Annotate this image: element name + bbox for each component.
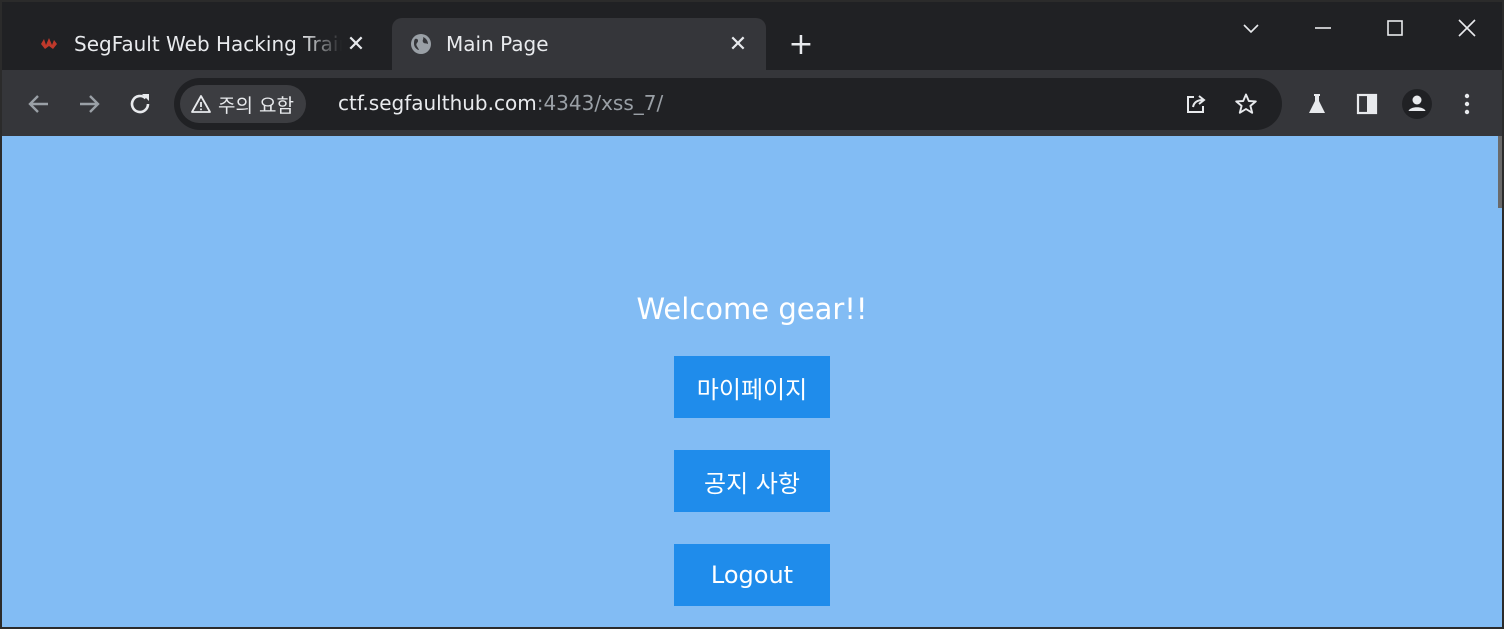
url-text[interactable]: ctf.segfaulthub.com:4343/xss_7/ xyxy=(338,91,663,115)
notice-button[interactable]: 공지 사항 xyxy=(674,450,830,512)
profile-avatar-icon[interactable] xyxy=(1400,87,1434,121)
kebab-menu-icon[interactable] xyxy=(1450,87,1484,121)
forward-arrow-icon[interactable] xyxy=(72,87,106,121)
globe-icon xyxy=(410,33,432,55)
scrollbar[interactable] xyxy=(1498,136,1502,208)
new-tab-button[interactable]: + xyxy=(786,30,816,60)
tab-main-page[interactable]: Main Page ✕ xyxy=(392,18,766,70)
share-icon[interactable] xyxy=(1180,88,1212,120)
page-viewport: Welcome gear!! 마이페이지 공지 사항 Logout xyxy=(2,136,1502,627)
segfault-favicon-icon xyxy=(38,33,60,55)
mypage-button[interactable]: 마이페이지 xyxy=(674,356,830,418)
logout-button[interactable]: Logout xyxy=(674,544,830,606)
tab-strip: SegFault Web Hacking Training ✕ Main Pag… xyxy=(2,2,1502,70)
tab-segfault[interactable]: SegFault Web Hacking Training ✕ xyxy=(22,18,384,70)
url-host: ctf.segfaulthub.com xyxy=(338,91,537,115)
close-window-icon[interactable] xyxy=(1442,10,1492,46)
welcome-heading: Welcome gear!! xyxy=(636,292,868,326)
labs-flask-icon[interactable] xyxy=(1300,87,1334,121)
browser-toolbar: 주의 요함 ctf.segfaulthub.com:4343/xss_7/ xyxy=(2,70,1502,136)
address-bar[interactable]: 주의 요함 ctf.segfaulthub.com:4343/xss_7/ xyxy=(174,78,1282,130)
url-path: :4343/xss_7/ xyxy=(536,91,664,115)
bookmark-star-icon[interactable] xyxy=(1230,88,1262,120)
reload-icon[interactable] xyxy=(123,87,157,121)
browser-window: SegFault Web Hacking Training ✕ Main Pag… xyxy=(0,0,1504,629)
side-panel-icon[interactable] xyxy=(1350,87,1384,121)
security-label: 주의 요함 xyxy=(218,94,294,117)
maximize-icon[interactable] xyxy=(1370,10,1420,46)
tab-title: SegFault Web Hacking Training xyxy=(74,32,342,56)
tab-title: Main Page xyxy=(446,32,549,56)
tab-close-icon[interactable]: ✕ xyxy=(724,30,752,58)
tab-search-chevron-icon[interactable] xyxy=(1226,10,1276,46)
minimize-icon[interactable] xyxy=(1298,10,1348,46)
back-arrow-icon[interactable] xyxy=(22,87,56,121)
warning-icon xyxy=(191,95,211,113)
security-warning-chip[interactable]: 주의 요함 xyxy=(180,85,306,123)
tab-close-icon[interactable]: ✕ xyxy=(342,30,370,58)
